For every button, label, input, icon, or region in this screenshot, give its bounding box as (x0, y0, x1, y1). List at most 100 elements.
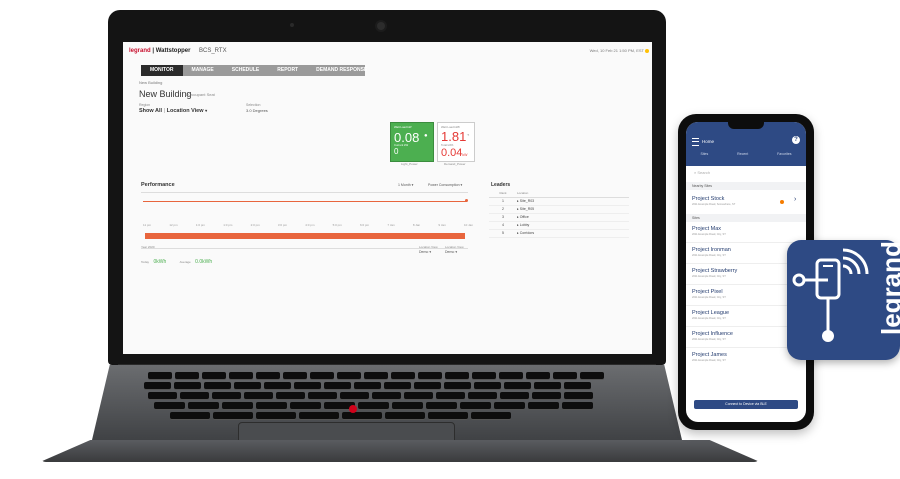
list-item[interactable]: Project Influence 2011 Example Road, Cit… (692, 331, 800, 341)
key[interactable] (528, 402, 559, 409)
list-item[interactable]: Project James 2011 Example Road, City, S… (692, 352, 800, 362)
key[interactable] (256, 412, 296, 419)
key[interactable] (299, 412, 339, 419)
key[interactable] (204, 382, 231, 389)
status-indicator-icon[interactable] (645, 49, 649, 53)
key[interactable] (414, 382, 441, 389)
location-view-select[interactable]: Location View (167, 108, 204, 114)
key[interactable] (384, 382, 411, 389)
key[interactable] (418, 372, 442, 379)
metric-select[interactable]: Power Consumption ▾ (428, 183, 462, 187)
key[interactable] (256, 372, 280, 379)
breadcrumb[interactable]: New Building (139, 80, 162, 85)
key[interactable] (170, 412, 210, 419)
key[interactable] (499, 372, 523, 379)
chevron-right-icon[interactable]: › (794, 196, 796, 203)
key[interactable] (426, 402, 457, 409)
key[interactable] (148, 392, 177, 399)
list-item[interactable]: Project Max 2011 Example Road, City, ST (692, 226, 800, 236)
key[interactable] (229, 372, 253, 379)
key[interactable] (436, 392, 465, 399)
demand-power-card[interactable]: Watt Load kWh 1.81 ◔ Total kWh 0.04kW (437, 122, 475, 162)
tab-sites[interactable]: Sites (700, 152, 708, 156)
key[interactable] (468, 392, 497, 399)
table-row[interactable]: 5 ▸ Corridors (489, 230, 629, 238)
tab-report[interactable]: REPORT (268, 65, 307, 76)
key[interactable] (494, 402, 525, 409)
key[interactable] (276, 392, 305, 399)
key[interactable] (180, 392, 209, 399)
key[interactable] (337, 372, 361, 379)
key[interactable] (202, 372, 226, 379)
key[interactable] (532, 392, 561, 399)
key[interactable] (324, 382, 351, 389)
key[interactable] (445, 372, 469, 379)
key[interactable] (564, 382, 591, 389)
key[interactable] (294, 382, 321, 389)
light-power-card[interactable]: Watt Load kW 0.08 ● Current kW 0 (390, 122, 434, 162)
key[interactable] (256, 402, 287, 409)
menu-icon[interactable] (692, 138, 699, 146)
key[interactable] (148, 372, 172, 379)
list-item[interactable]: Project Strawberry 2011 Example Road, Ci… (692, 268, 800, 278)
table-row[interactable]: 3 ▸ Office (489, 214, 629, 222)
key[interactable] (392, 402, 423, 409)
key[interactable] (474, 382, 501, 389)
key[interactable] (564, 392, 593, 399)
list-item[interactable]: Project League 2011 Example Road, City, … (692, 310, 800, 320)
tab-schedule[interactable]: SCHEDULE (223, 65, 269, 76)
key[interactable] (188, 402, 219, 409)
key[interactable] (580, 372, 604, 379)
key[interactable] (472, 372, 496, 379)
key[interactable] (144, 382, 171, 389)
table-row[interactable]: 4 ▸ Lobby (489, 222, 629, 230)
table-row[interactable]: 1 ▸ Site_R03 (489, 198, 629, 206)
search-input[interactable]: ⌕ Search (694, 170, 710, 175)
period-select[interactable]: 1 Month ▾ (398, 183, 413, 187)
connect-device-button[interactable]: Connect to Device via BLE (694, 400, 798, 409)
key[interactable] (500, 392, 529, 399)
key[interactable] (283, 372, 307, 379)
list-item[interactable]: Project Ironman 2011 Example Road, City,… (692, 247, 800, 257)
key[interactable] (553, 372, 577, 379)
key[interactable] (222, 402, 253, 409)
key[interactable] (308, 392, 337, 399)
region-select[interactable]: Show All | Location View ▾ (139, 108, 207, 114)
key[interactable] (444, 382, 471, 389)
key[interactable] (562, 402, 593, 409)
key[interactable] (342, 412, 382, 419)
keyboard[interactable] (140, 372, 640, 419)
timeline-bar[interactable] (145, 233, 465, 239)
tab-manage[interactable]: MANAGE (183, 65, 223, 76)
list-item[interactable]: Project Pixel 2011 Example Road, City, S… (692, 289, 800, 299)
key[interactable] (460, 402, 491, 409)
trackpoint[interactable] (349, 405, 357, 413)
sel1-select[interactable]: Demo ▾ (419, 250, 431, 254)
key[interactable] (504, 382, 531, 389)
key[interactable] (264, 382, 291, 389)
tab-monitor[interactable]: MONITOR (141, 65, 183, 76)
key[interactable] (234, 382, 261, 389)
key[interactable] (175, 372, 199, 379)
key[interactable] (354, 382, 381, 389)
sel2-select[interactable]: Demo ▾ (445, 250, 457, 254)
key[interactable] (391, 372, 415, 379)
key[interactable] (340, 392, 369, 399)
key[interactable] (385, 412, 425, 419)
key[interactable] (364, 372, 388, 379)
tab-demand-response[interactable]: DEMAND RESPONSE (307, 65, 376, 76)
tab-recent[interactable]: Recent (737, 152, 748, 156)
key[interactable] (154, 402, 185, 409)
key[interactable] (213, 412, 253, 419)
key[interactable] (404, 392, 433, 399)
tab-favorites[interactable]: Favorites (777, 152, 791, 156)
key[interactable] (428, 412, 468, 419)
help-icon[interactable]: ? (792, 136, 800, 144)
key[interactable] (310, 372, 334, 379)
key[interactable] (244, 392, 273, 399)
key[interactable] (526, 372, 550, 379)
key[interactable] (212, 392, 241, 399)
table-row[interactable]: 2 ▸ Site_R05 (489, 206, 629, 214)
key[interactable] (534, 382, 561, 389)
key[interactable] (290, 402, 321, 409)
